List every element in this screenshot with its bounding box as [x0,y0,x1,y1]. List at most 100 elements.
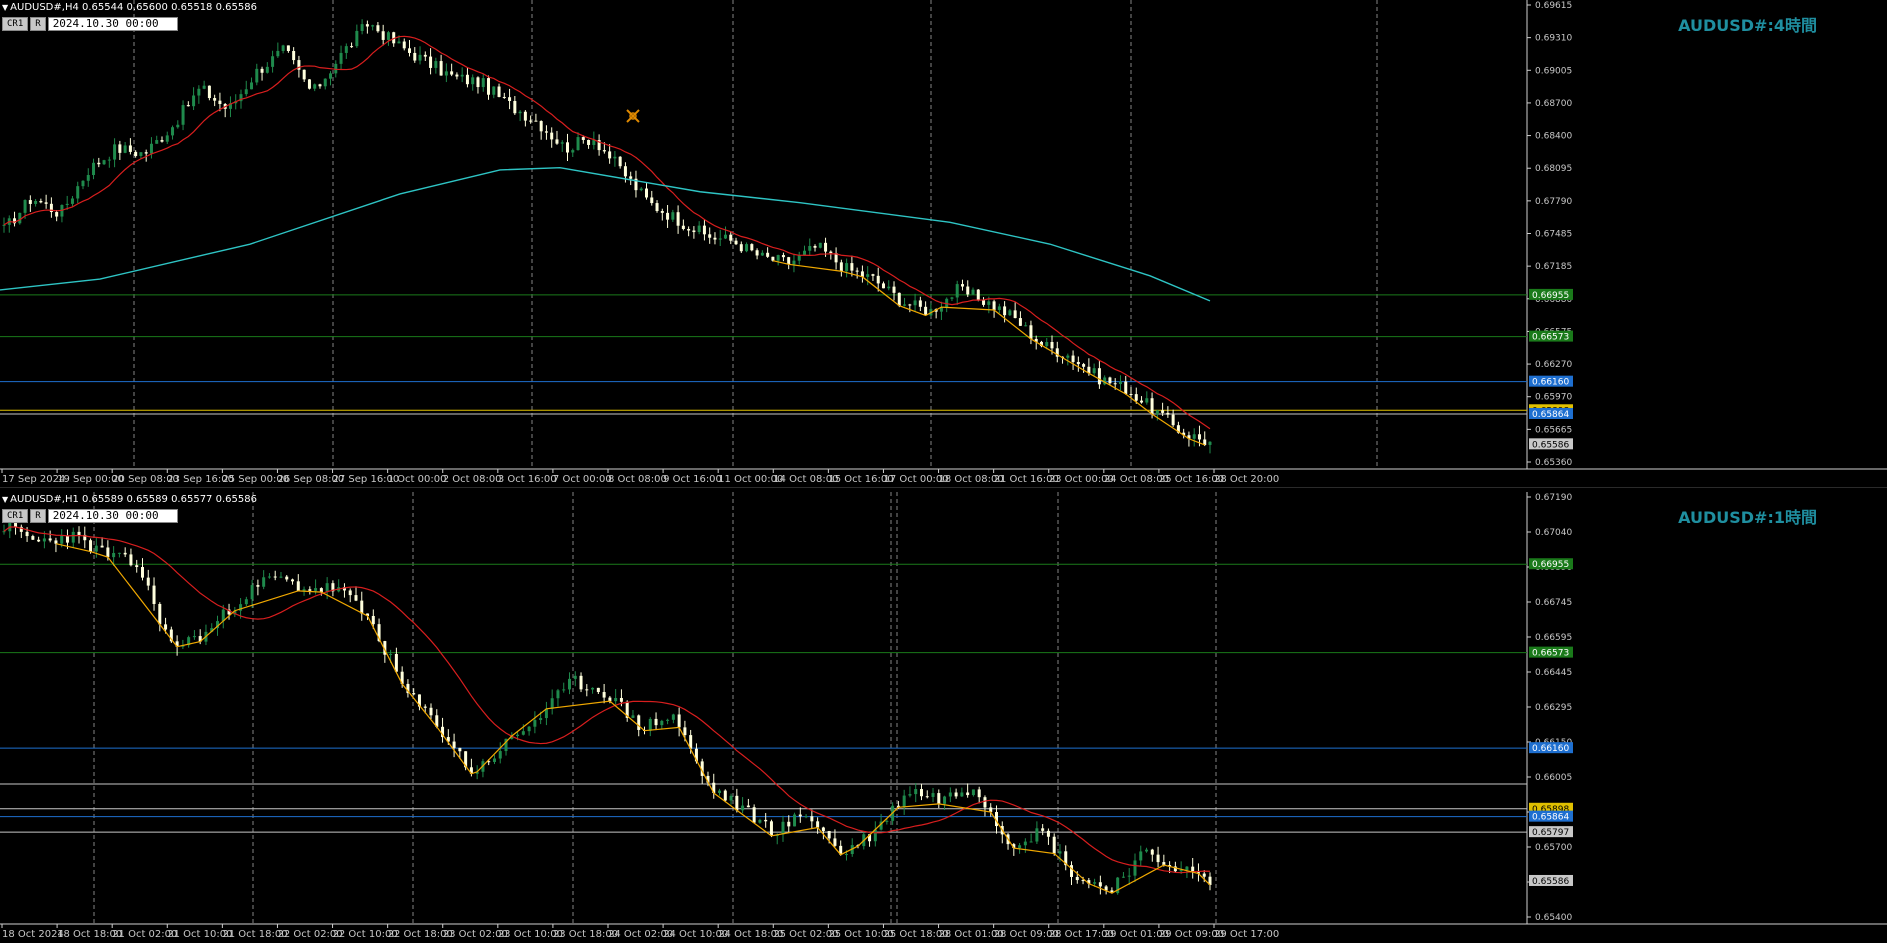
candle-body [683,727,687,736]
collapse-triangle-icon[interactable]: ▼ [2,495,8,504]
candle-body [808,245,812,251]
candle-body [429,707,433,716]
candle-body [1052,836,1056,854]
candle-body [866,274,870,277]
candle-body [86,175,90,181]
candle-body [39,200,43,203]
price-level-tag-text: 0.66955 [1532,560,1569,570]
candle-body [325,583,329,593]
candle-body [92,162,96,176]
candle-body [758,819,762,823]
cr1-button[interactable]: CR1 [2,17,29,31]
candle-body [471,77,475,85]
candle-body [908,304,912,306]
candle-body [23,200,27,213]
h4-chart-pane[interactable]: 0.69615 0.69310 0.69005 0.68700 0.68400 0.680… [0,0,1887,488]
candle-body [318,84,322,87]
cr1-button[interactable]: CR1 [2,509,29,523]
candle-body [850,263,854,271]
candle-body [54,540,58,544]
price-label: 0.68700 [1535,99,1572,109]
candle-body [1041,828,1045,831]
candle-body [567,678,571,690]
candle-body [118,144,122,153]
candle-body [955,284,959,298]
candle-body [1124,381,1128,395]
candle-body [534,120,538,122]
candle-body [960,792,964,797]
candle-body [1076,361,1080,365]
candle-body [913,300,917,306]
candle-body [1113,383,1117,385]
moving-average-fast-line [3,35,1211,430]
candle-body [218,100,222,105]
candle-body [371,25,375,27]
datetime-field[interactable]: 2024.10.30 00:00 [47,509,178,523]
candle-body [562,689,566,691]
candle-body [348,590,352,596]
candle-body [908,794,912,796]
candle-body [887,286,891,289]
h1-chart-canvas[interactable]: 0.671900.670400.668900.667450.665950.664… [0,492,1887,943]
time-label: 9 Oct 16:00 [663,474,722,485]
candle-body [497,86,501,97]
candle-body [1145,398,1149,403]
candle-body [987,301,991,305]
candle-body [350,46,354,48]
candle-body [925,796,929,798]
h1-chart-pane[interactable]: 0.671900.670400.668900.667450.665950.664… [0,492,1887,943]
datetime-field[interactable]: 2024.10.30 00:00 [47,17,178,31]
candle-body [329,73,333,79]
r-button[interactable]: R [30,17,46,31]
candle-body [655,203,659,212]
candle-body [256,585,260,587]
candle-body [1133,860,1137,876]
price-label: 0.67190 [1535,493,1572,503]
candle-body [769,821,773,836]
r-button[interactable]: R [30,509,46,523]
candle-body [692,230,696,233]
candle-body [976,289,980,301]
candle-body [481,78,485,88]
candle-body [924,306,928,316]
moving-average-slow-line [0,167,1211,302]
candle-body [165,135,169,142]
candle-body [65,535,69,543]
candle-body [44,202,48,204]
candle-body [389,654,393,656]
collapse-triangle-icon[interactable]: ▼ [2,3,8,12]
candle-body [273,576,277,578]
candle-body [444,71,448,76]
candle-body [339,52,343,64]
candle-body [902,795,906,808]
candle-body [1071,355,1075,362]
candle-body [28,200,32,204]
candle-body [1129,394,1133,396]
price-label: 0.69310 [1535,34,1572,44]
candle-body [386,32,390,40]
candle-body [31,536,35,540]
candle-body [529,120,533,122]
candle-body [286,45,290,52]
candle-body [1018,318,1022,326]
candle-body [94,545,98,552]
candle-body [539,718,543,721]
h4-chart-canvas[interactable]: 0.69615 0.69310 0.69005 0.68700 0.68400 0.680… [0,0,1887,487]
candle-body [602,692,606,698]
candle-body [186,105,190,107]
candle-body [855,270,859,272]
candle-body [781,821,785,835]
candle-body [518,111,522,114]
candle-body [950,297,954,299]
candle-body [450,71,454,75]
candle-body [833,838,837,846]
candle-body [117,552,121,554]
candle-body [123,552,127,555]
candle-body [1093,882,1097,884]
candle-body [671,714,675,720]
candle-body [713,237,717,240]
candle-body [323,78,327,87]
candle-body [260,68,264,73]
candle-body [1029,841,1033,843]
candle-body [829,251,833,254]
